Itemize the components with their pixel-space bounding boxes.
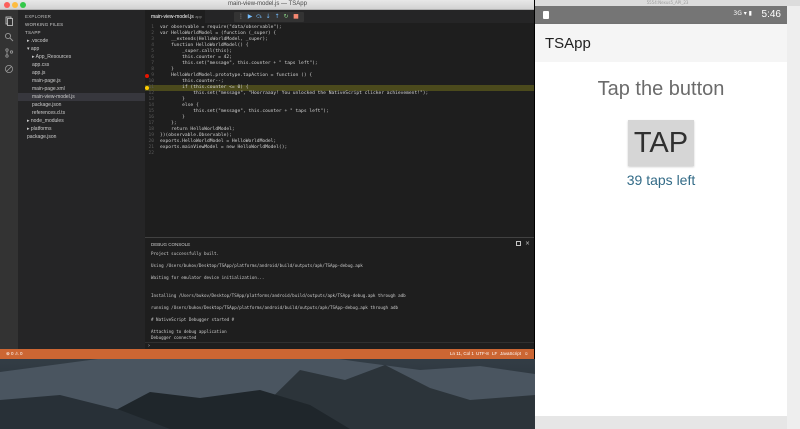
debug-toolbar: ⋮ ▶ ⤼ ↓ ↑ ↻ ■ — [234, 12, 304, 22]
sd-card-icon — [543, 11, 549, 19]
project-header[interactable]: TSAPP — [25, 30, 41, 35]
clear-console-icon[interactable] — [516, 241, 521, 246]
debug-console-panel: DEBUG CONSOLE × Project successfully bui… — [145, 237, 534, 349]
continue-icon[interactable]: ▶ — [246, 13, 254, 21]
close-panel-icon[interactable]: × — [525, 240, 530, 247]
code-line: 22 — [145, 151, 534, 157]
file-tree-item[interactable]: ▸ node_modules — [18, 117, 145, 125]
instruction-label: Tap the button — [597, 78, 725, 100]
git-icon[interactable] — [4, 48, 14, 58]
vscode-window: main-view-model.js — TSApp EXPLORER WORK… — [0, 0, 535, 359]
debug-icon[interactable] — [4, 64, 14, 74]
phone-clock: 5:46 — [761, 9, 781, 20]
console-input[interactable]: › — [145, 342, 534, 349]
taps-left-label: 39 taps left — [626, 172, 696, 188]
search-icon[interactable] — [4, 32, 14, 42]
explorer-header: EXPLORER — [25, 14, 52, 19]
console-line: running /Users/bukov/Desktop/TSApp/platf… — [151, 305, 399, 310]
file-tree-item[interactable]: main-page.js — [18, 77, 145, 85]
editor-tab-bar: main-view-model.js app — [145, 10, 534, 23]
debug-console-title: DEBUG CONSOLE — [151, 242, 191, 247]
activity-bar — [0, 10, 18, 349]
encoding-indicator[interactable]: UTF-8 — [476, 349, 489, 359]
console-line: Waiting for emulator device initializati… — [151, 275, 265, 280]
status-bar: ⊗ 0 ⚠ 0 Ln 11, Col 1 UTF-8 LF JavaScript… — [0, 349, 534, 359]
file-tree-item[interactable]: references.d.ts — [18, 109, 145, 117]
code-editor[interactable]: 1 var observable = require("data/observab… — [145, 23, 534, 237]
file-tree-item[interactable]: main-page.xml — [18, 85, 145, 93]
tab-main-view-model[interactable]: main-view-model.js app — [145, 10, 205, 23]
eol-indicator[interactable]: LF — [492, 349, 497, 359]
explorer-sidebar: EXPLORER WORKING FILES TSAPP ▸ .vscode ▾ … — [18, 10, 145, 349]
stop-icon[interactable]: ■ — [292, 13, 300, 21]
step-out-icon[interactable]: ↑ — [273, 13, 281, 21]
cursor-position[interactable]: Ln 11, Col 1 — [450, 349, 474, 359]
signal-icon: 3G ▾ ▮ — [733, 10, 752, 17]
file-tree-item[interactable]: app.css — [18, 61, 145, 69]
phone-status-bar: 3G ▾ ▮ 5:46 — [535, 6, 787, 24]
console-line: Project successfully built. — [151, 251, 220, 256]
file-tree-item[interactable]: main-view-model.js — [18, 93, 145, 101]
app-title: TSApp — [545, 35, 591, 52]
file-tree-item[interactable]: app.js — [18, 69, 145, 77]
file-tree-item[interactable]: package.json — [18, 101, 145, 109]
app-content: Tap the button TAP 39 taps left — [535, 62, 787, 416]
console-line: Using /Users/bukov/Desktop/TSApp/platfor… — [151, 263, 363, 268]
problems-indicator[interactable]: ⊗ 0 ⚠ 0 — [6, 349, 23, 359]
working-files-header[interactable]: WORKING FILES — [25, 22, 63, 27]
emulator-side-panel — [787, 6, 800, 429]
tab-suffix: app — [195, 14, 202, 19]
tap-button[interactable]: TAP — [628, 120, 694, 166]
language-mode[interactable]: JavaScript — [500, 349, 521, 359]
file-tree-item[interactable]: ▸ App_Resources — [18, 53, 145, 61]
file-tree-item[interactable]: package.json — [18, 133, 145, 141]
window-titlebar: main-view-model.js — TSApp — [0, 0, 534, 10]
restart-icon[interactable]: ↻ — [282, 13, 290, 21]
tab-label: main-view-model.js — [151, 14, 194, 20]
window-title: main-view-model.js — TSApp — [228, 1, 307, 7]
step-over-icon[interactable]: ⤼ — [255, 13, 263, 21]
explorer-icon[interactable] — [4, 16, 14, 26]
file-tree-item[interactable]: ▸ platforms — [18, 125, 145, 133]
console-line: Installing /Users/bukov/Desktop/TSApp/pl… — [151, 293, 406, 298]
android-emulator-window: 5554:Nexus5_API_23 3G ▾ ▮ 5:46 TSApp Tap… — [535, 0, 800, 429]
drag-handle-icon[interactable]: ⋮ — [237, 13, 245, 21]
app-action-bar: TSApp — [535, 24, 787, 62]
step-into-icon[interactable]: ↓ — [264, 13, 272, 21]
console-line: Debugger connected — [151, 335, 197, 340]
feedback-icon[interactable]: ☺ — [524, 349, 529, 359]
file-tree-item[interactable]: ▸ .vscode — [18, 37, 145, 45]
console-line: # NativeScript Debugger started # — [151, 317, 235, 322]
file-tree-item[interactable]: ▾ app — [18, 45, 145, 53]
line-number: 22 — [148, 151, 154, 156]
